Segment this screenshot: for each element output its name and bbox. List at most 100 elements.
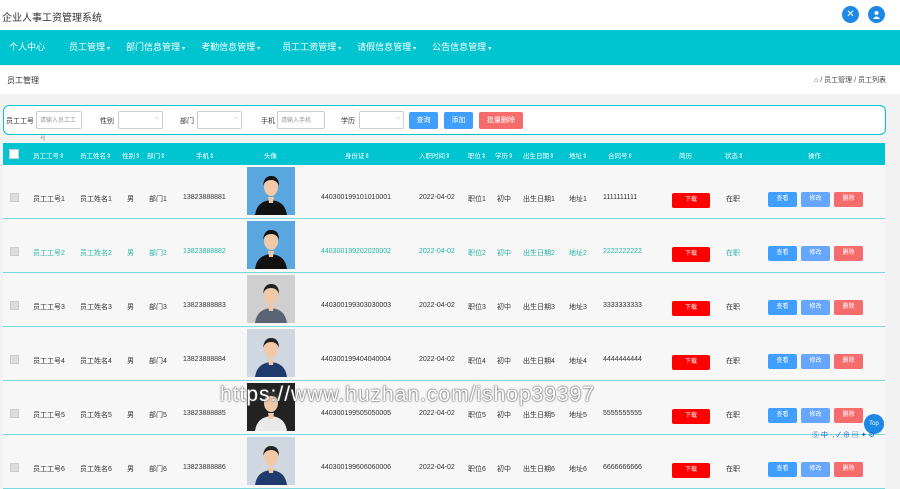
fullscreen-icon[interactable]: ✕: [842, 6, 859, 23]
col-position[interactable]: 职位⇕: [468, 150, 486, 160]
table-row: 员工工号2 员工姓名2 男 部门2 13823888882 440300199202020…: [3, 219, 885, 273]
employee-no-cell: 员工工号5: [33, 412, 65, 419]
edit-button[interactable]: 修改: [801, 462, 830, 477]
col-join-date[interactable]: 入职时间⇕: [419, 150, 450, 160]
table-row: 员工工号4 员工姓名4 男 部门4 13823888884 440300199404040…: [3, 327, 885, 381]
col-status[interactable]: 状态⇕: [725, 150, 743, 160]
chevron-down-icon: ▾: [488, 46, 492, 52]
col-employee-no[interactable]: 员工工号⇕: [33, 150, 64, 160]
row-checkbox[interactable]: [10, 247, 19, 256]
view-button[interactable]: 查看: [768, 246, 797, 261]
join-date-cell: 2022-04-02: [419, 302, 455, 309]
view-button[interactable]: 查看: [768, 354, 797, 369]
edit-button[interactable]: 修改: [801, 408, 830, 423]
batch-delete-button[interactable]: 批量删除: [479, 112, 523, 129]
idcard-cell: 440300199404040004: [321, 356, 392, 363]
row-checkbox[interactable]: [10, 463, 19, 472]
department-select[interactable]: ⌵: [197, 111, 242, 129]
edit-button[interactable]: 修改: [801, 246, 830, 261]
nav-label: 考勤信息管理: [201, 42, 256, 52]
row-checkbox[interactable]: [10, 301, 19, 310]
idcard-cell: 440300199505050005: [321, 410, 392, 417]
col-gender[interactable]: 性别⇕: [122, 150, 140, 160]
contract-cell: 6666666666: [603, 464, 642, 471]
row-checkbox[interactable]: [10, 193, 19, 202]
gender-select[interactable]: ⌵: [118, 111, 163, 129]
position-cell: 职位6: [468, 466, 486, 473]
col-idcard[interactable]: 身份证⇕: [345, 150, 370, 160]
delete-button[interactable]: 删除: [834, 462, 863, 477]
system-tray: Ⓢ 中 ·, ✓ ⊕ ▤ ✦ ⚙: [812, 432, 875, 439]
contract-cell: 1111111111: [603, 194, 638, 201]
resume-download-button[interactable]: 下载: [672, 247, 710, 262]
department-cell: 部门6: [149, 466, 167, 473]
birth-cell: 出生日期1: [523, 196, 555, 203]
col-employee-name[interactable]: 员工姓名⇕: [80, 150, 111, 160]
join-date-cell: 2022-04-02: [419, 410, 455, 417]
add-button[interactable]: 添加: [444, 112, 473, 129]
employee-no-cell: 员工工号2: [33, 250, 65, 257]
edit-button[interactable]: 修改: [801, 192, 830, 207]
contract-cell: 3333333333: [603, 302, 642, 309]
position-cell: 职位4: [468, 358, 486, 365]
delete-button[interactable]: 删除: [834, 246, 863, 261]
birth-cell: 出生日期5: [523, 412, 555, 419]
resume-download-button[interactable]: 下载: [672, 463, 710, 478]
resume-download-button[interactable]: 下载: [672, 355, 710, 370]
chevron-down-icon: ▾: [182, 46, 186, 52]
delete-button[interactable]: 删除: [834, 300, 863, 315]
join-date-cell: 2022-04-02: [419, 194, 455, 201]
col-education[interactable]: 学历⇕: [495, 150, 513, 160]
nav-item-employee[interactable]: 员工管理 ▾: [69, 30, 118, 65]
gender-cell: 男: [127, 196, 134, 203]
employee-no-input[interactable]: 请输入员工工号: [36, 111, 82, 142]
edit-button[interactable]: 修改: [801, 300, 830, 315]
edit-button[interactable]: 修改: [801, 354, 830, 369]
employee-name-cell: 员工姓名6: [80, 466, 112, 473]
view-button[interactable]: 查看: [768, 192, 797, 207]
main-nav: 个人中心 员工管理 ▾ 部门信息管理 ▾ 考勤信息管理 ▾ 员工工资管理 ▾ 请假信息管…: [0, 30, 900, 65]
delete-button[interactable]: 删除: [834, 192, 863, 207]
nav-item-personal-center[interactable]: 个人中心: [9, 30, 55, 65]
col-birth[interactable]: 出生日期⇕: [523, 150, 554, 160]
education-label: 学历: [341, 118, 355, 125]
watermark: https://www.huzhan.com/ishop39397: [220, 383, 596, 406]
gender-cell: 男: [127, 466, 134, 473]
chevron-down-icon: ▾: [257, 46, 261, 52]
row-checkbox[interactable]: [10, 409, 19, 418]
birth-cell: 出生日期6: [523, 466, 555, 473]
col-contract[interactable]: 合同号⇕: [608, 150, 633, 160]
col-address[interactable]: 地址⇕: [569, 150, 587, 160]
status-cell: 在职: [726, 466, 740, 473]
delete-button[interactable]: 删除: [834, 354, 863, 369]
table-row: 员工工号3 员工姓名3 男 部门3 13823888883 440300199303030…: [3, 273, 885, 327]
breadcrumb[interactable]: ⌂ / 员工管理 / 员工列表: [814, 75, 886, 85]
resume-download-button[interactable]: 下载: [672, 193, 710, 208]
phone-input[interactable]: 请输入手机: [277, 111, 325, 129]
nav-item-notice[interactable]: 公告信息管理 ▾: [432, 30, 499, 65]
nav-item-attendance[interactable]: 考勤信息管理 ▾: [201, 30, 268, 65]
row-checkbox[interactable]: [10, 355, 19, 364]
employee-no-cell: 员工工号4: [33, 358, 65, 365]
nav-item-leave[interactable]: 请假信息管理 ▾: [357, 30, 424, 65]
gender-cell: 男: [127, 358, 134, 365]
education-select[interactable]: ⌵: [359, 111, 404, 129]
avatar: [247, 275, 295, 323]
view-button[interactable]: 查看: [768, 408, 797, 423]
user-icon[interactable]: [868, 6, 885, 23]
col-phone[interactable]: 手机⇕: [196, 150, 214, 160]
select-all-checkbox[interactable]: [9, 149, 19, 159]
address-cell: 地址6: [569, 466, 587, 473]
col-department[interactable]: 部门⇕: [147, 150, 165, 160]
view-button[interactable]: 查看: [768, 300, 797, 315]
resume-download-button[interactable]: 下载: [672, 409, 710, 424]
table-row: 员工工号1 员工姓名1 男 部门1 13823888881 440300199101010…: [3, 165, 885, 219]
nav-item-department[interactable]: 部门信息管理 ▾: [126, 30, 193, 65]
nav-item-salary[interactable]: 员工工资管理 ▾: [282, 30, 349, 65]
position-cell: 职位1: [468, 196, 486, 203]
resume-download-button[interactable]: 下载: [672, 301, 710, 316]
delete-button[interactable]: 删除: [834, 408, 863, 423]
search-button[interactable]: 查询: [409, 112, 438, 129]
gender-cell: 男: [127, 412, 134, 419]
view-button[interactable]: 查看: [768, 462, 797, 477]
